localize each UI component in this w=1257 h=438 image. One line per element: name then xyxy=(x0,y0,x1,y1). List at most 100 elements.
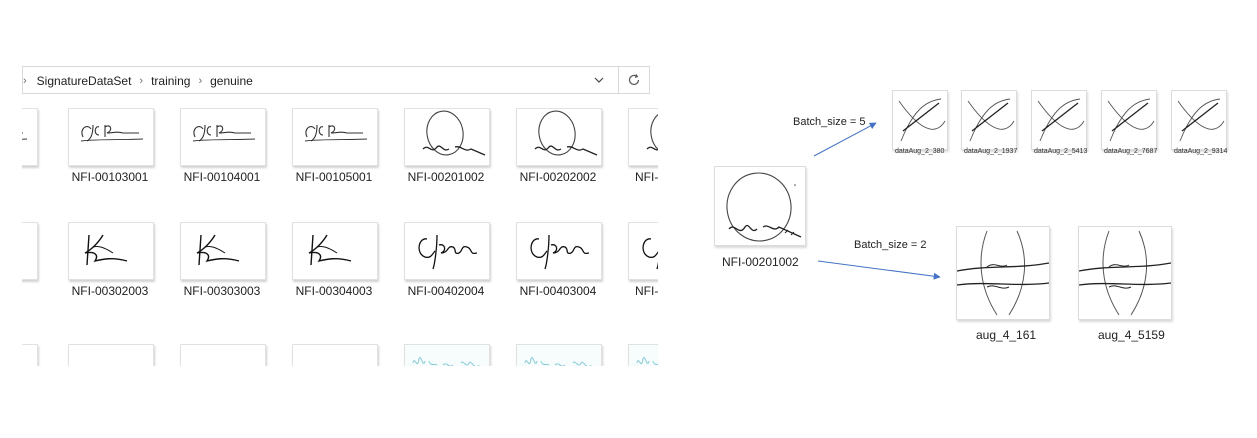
file-thumbnail xyxy=(22,344,38,366)
file-item[interactable] xyxy=(628,344,658,366)
file-name-label: NFI-00303003 xyxy=(183,284,261,298)
signature-image xyxy=(422,110,486,156)
file-thumbnail xyxy=(68,222,154,280)
signature-image xyxy=(726,172,802,242)
file-explorer: › SignatureDataSet › training › genuine … xyxy=(22,66,658,366)
batch5-output-thumbnail xyxy=(1171,90,1227,150)
augmented-signature-image xyxy=(1079,230,1171,316)
file-name-label: NFI-00402004 xyxy=(407,284,485,298)
signature-image xyxy=(646,110,658,156)
file-thumbnail xyxy=(68,108,154,166)
file-name-label: NFI-00103001 xyxy=(71,170,149,184)
batch5-output-label: dataAug_2_380 xyxy=(895,148,945,155)
file-thumbnail xyxy=(404,108,490,166)
signature-image xyxy=(22,223,37,279)
chevron-right-icon[interactable]: › xyxy=(198,75,202,87)
file-thumbnail xyxy=(22,108,38,166)
signature-image xyxy=(22,132,28,140)
augmented-signature-image xyxy=(1037,98,1085,142)
refresh-icon[interactable] xyxy=(618,67,649,93)
chevron-right-icon[interactable]: › xyxy=(139,75,143,87)
file-item[interactable]: NFI-( xyxy=(628,222,658,322)
file-item[interactable]: NFI-00304003 xyxy=(292,222,404,322)
breadcrumb: › SignatureDataSet › training › genuine xyxy=(23,67,253,95)
signature-image xyxy=(418,234,478,270)
file-grid: 01 NFI-00103001 NFI-00104001 NFI-00105001 NF… xyxy=(22,100,658,366)
signature-image xyxy=(84,234,128,266)
file-item[interactable]: NFI-( xyxy=(628,108,658,208)
batch5-output-label: dataAug_2_7687 xyxy=(1104,148,1158,155)
file-thumbnail xyxy=(292,108,378,166)
file-item[interactable]: NFI-00403004 xyxy=(516,222,628,322)
file-item[interactable]: NFI-00202002 xyxy=(516,108,628,208)
signature-image xyxy=(629,345,658,366)
signature-image xyxy=(304,124,368,142)
breadcrumb-item-dataset[interactable]: SignatureDataSet xyxy=(37,74,132,88)
file-thumbnail xyxy=(404,344,490,366)
breadcrumb-item-training[interactable]: training xyxy=(151,74,190,88)
file-name-label: 01 xyxy=(22,170,46,184)
file-thumbnail xyxy=(68,344,154,366)
file-item[interactable] xyxy=(292,344,404,366)
signature-image xyxy=(181,345,265,366)
batch2-output-thumbnail xyxy=(1078,226,1172,320)
batch5-output-thumbnail xyxy=(961,90,1017,150)
file-item[interactable]: NFI-00302003 xyxy=(68,222,180,322)
file-thumbnail xyxy=(292,222,378,280)
file-name-label: NFI-00105001 xyxy=(295,170,373,184)
batch5-output-label: dataAug_2_5413 xyxy=(1034,148,1088,155)
file-item[interactable]: NFI-00303003 xyxy=(180,222,292,322)
signature-image xyxy=(192,124,256,142)
file-name-label: NFI-00403004 xyxy=(519,284,597,298)
file-thumbnail xyxy=(516,108,602,166)
chevron-right-icon[interactable]: › xyxy=(23,75,27,87)
signature-image xyxy=(530,234,590,270)
file-item[interactable]: NFI-00103001 xyxy=(68,108,180,208)
batch2-output-label: aug_4_5159 xyxy=(1098,328,1165,342)
file-item[interactable] xyxy=(68,344,180,366)
file-name-label: NFI-00201002 xyxy=(407,170,485,184)
file-item[interactable] xyxy=(516,344,628,366)
augmented-signature-image xyxy=(1177,98,1225,142)
file-item[interactable]: NFI-00201002 xyxy=(404,108,516,208)
file-thumbnail xyxy=(628,344,658,366)
file-name-label: NFI-( xyxy=(635,284,658,298)
file-name-label: NFI-00104001 xyxy=(183,170,261,184)
signature-image xyxy=(80,124,144,142)
address-bar[interactable]: › SignatureDataSet › training › genuine xyxy=(22,66,650,94)
file-thumbnail xyxy=(22,222,38,280)
signature-image xyxy=(22,345,37,366)
source-signature-label: NFI-00201002 xyxy=(722,255,799,269)
file-item[interactable] xyxy=(180,344,292,366)
file-item[interactable]: NFI-00402004 xyxy=(404,222,516,322)
file-name-label: NFI-00302003 xyxy=(71,284,149,298)
augmented-signature-image xyxy=(957,230,1049,316)
chevron-down-icon[interactable] xyxy=(585,67,613,93)
file-item[interactable]: NFI-00105001 xyxy=(292,108,404,208)
file-thumbnail xyxy=(516,222,602,280)
file-item[interactable]: 01 xyxy=(22,108,64,208)
batch5-output-thumbnail xyxy=(1031,90,1087,150)
file-thumbnail xyxy=(180,344,266,366)
file-item[interactable] xyxy=(22,344,64,366)
augmented-signature-image xyxy=(898,98,946,142)
signature-image xyxy=(293,345,377,366)
file-item[interactable]: NFI-00104001 xyxy=(180,108,292,208)
file-thumbnail xyxy=(516,344,602,366)
breadcrumb-item-genuine[interactable]: genuine xyxy=(210,74,253,88)
batch5-label: Batch_size = 5 xyxy=(793,116,866,128)
file-item[interactable]: 03 xyxy=(22,222,64,322)
batch5-output-label: dataAug_2_9314 xyxy=(1174,148,1228,155)
batch5-output-label: dataAug_2_1937 xyxy=(964,148,1018,155)
file-name-label: NFI-00304003 xyxy=(295,284,373,298)
signature-image xyxy=(405,345,489,366)
batch2-output-thumbnail xyxy=(956,226,1050,320)
signature-image xyxy=(196,234,240,266)
file-thumbnail xyxy=(628,222,658,280)
batch2-label: Batch_size = 2 xyxy=(854,239,927,251)
file-name-label: NFI-00202002 xyxy=(519,170,597,184)
file-thumbnail xyxy=(628,108,658,166)
arrow-batch2 xyxy=(817,260,941,280)
file-item[interactable] xyxy=(404,344,516,366)
signature-image xyxy=(534,110,598,156)
